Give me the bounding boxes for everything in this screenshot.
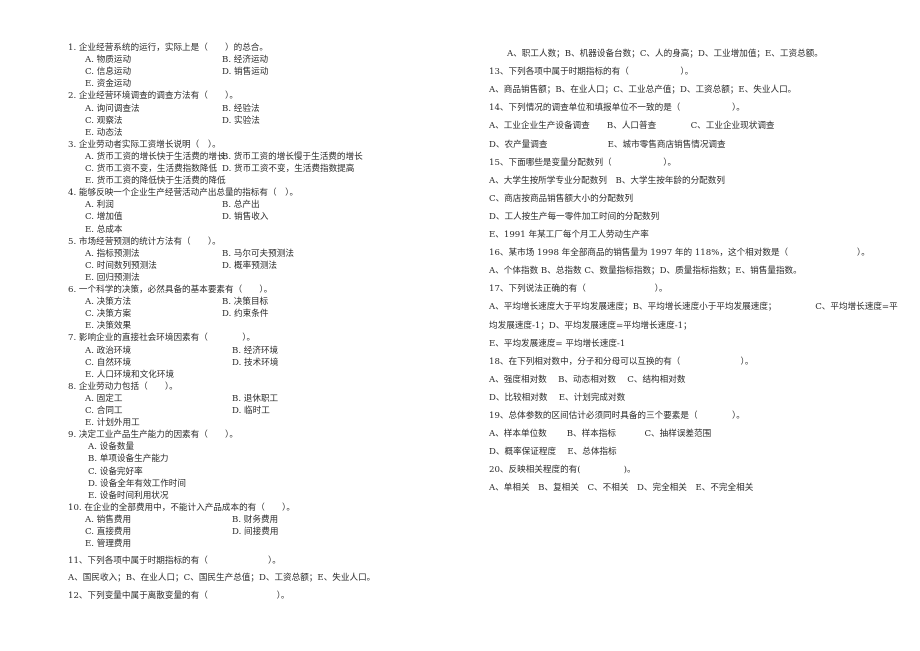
option: A. 固定工 [85,393,123,404]
text-line: 12、下列变量中属于离散变量的有（ ）。 [68,591,290,601]
option: C. 直接费用 [85,527,132,537]
text-line: 13、下列各项中属于时期指标的有（ ）。 [489,67,694,78]
option: A. 询问调查法 [85,103,140,114]
question-stem: 5. 市场经营预测的统计方法有（ ）。 [68,236,221,247]
question-stem: 4. 能够反映一个企业生产经营活动产出总量的指标有（ ）。 [68,188,299,199]
option: D. 实验法 [222,115,260,126]
text-line: A、个体指数 B、总指数 C、数量指标指数；D、质量指标指数；E、销售量指数。 [489,266,802,277]
option: B. 经济环境 [232,345,279,356]
question-stem: 8. 企业劳动力包括（ ）。 [68,381,178,392]
option: D. 技术环境 [232,357,279,368]
option: E. 人口环境和文化环境 [85,369,175,380]
text-line: 20、反映相关程度的有( )。 [489,465,636,476]
text-line: D、农产量调查 E、城市零售商店销售情况调查 [489,139,726,150]
option: E. 资金运动 [85,79,132,90]
option: C. 观察法 [85,115,123,126]
option: D. 货币工资不变，生活费指数提高 [222,164,355,174]
option: B. 财务费用 [232,514,279,525]
option: C. 自然环境 [85,357,132,368]
text-line: D、概率保证程度 E、总体指标 [489,447,617,458]
option: A. 决策方法 [85,297,132,308]
text-line: A、单相关 B、复相关 C、不相关 D、完全相关 E、不完全相关 [489,483,754,494]
option: E. 管理费用 [85,539,132,550]
text-line: A、大学生按所学专业分配数列 B、大学生按年龄的分配数列 [489,175,725,186]
option: A. 指标预测法 [85,248,140,259]
text-line: A、工业企业生产设备调查 B、人口普查 C、工业企业现状调查 [489,121,775,132]
text-line: A、样本单位数 B、样本指标 C、抽样误差范围 [489,429,712,440]
text-line: 18、在下列相对数中，分子和分母可以互换的有（ ）。 [489,356,754,367]
text-line: 均发展速度-1；D、平均发展速度=平均增长速度-1； [489,320,692,331]
option: E. 动态法 [85,127,123,138]
option: C. 信息运动 [85,67,132,78]
text-line: 19、总体参数的区间估计必须同时具备的三个要素是（ ）。 [489,411,745,421]
option: A. 货币工资的增长快于生活费的增长 [85,151,226,162]
question-stem: 1. 企业经营系统的运行，实际上是（ ）的总合。 [68,43,268,53]
option: A. 设备数量 [88,442,135,453]
option: B. 马尔可夫预测法 [222,248,294,259]
question-stem: 7. 影响企业的直接社会环境因素有（ ）。 [68,333,256,344]
option: C. 货币工资不变，生活费指数降低 [85,164,218,174]
option: C. 合同工 [85,406,123,416]
option: B. 经济运动 [222,55,269,66]
text-line: 14、下列情况的调查单位和填报单位不一致的是（ ）。 [489,103,745,114]
option: E. 货币工资的降低快于生活费的降低 [85,176,226,187]
option: D. 临时工 [232,406,270,416]
option: D. 间接费用 [232,527,279,537]
text-line: E、1991 年某工厂每个月工人劳动生产率 [489,230,649,240]
option: A. 利润 [85,200,114,211]
question-stem: 10. 在企业的全部费用中，不能计入产品成本的有（ ）。 [68,502,295,513]
text-line: C、商店按商品销售额大小的分配数列 [489,193,634,204]
text-line: 11、下列各项中属于时期指标的有（ ）。 [68,556,281,566]
text-line: 16、某市场 1998 年全部商品的销售量为 1997 年的 118%，这个相对… [489,248,870,259]
option: B. 单项设备生产能力 [88,454,169,465]
text-line: 15、下面哪些是变量分配数列（ ）。 [489,157,677,168]
option: D. 销售收入 [222,212,269,223]
option: D. 销售运动 [222,67,269,78]
option: E. 总成本 [85,224,123,235]
option: A. 销售费用 [85,514,132,525]
option: E. 回归预测法 [85,272,140,283]
option: E. 设备时间利用状况 [88,490,169,501]
question-stem: 3. 企业劳动者实际工资增长说明（ ）。 [68,139,221,150]
question-stem: 6. 一个科学的决策，必然具备的基本要素有（ ）。 [68,285,273,295]
option: C. 增加值 [85,212,123,223]
question-stem: 9. 决定工业产品生产能力的因素有（ ）。 [68,430,238,441]
option: D. 设备全年有效工作时间 [88,478,186,489]
option: B. 货币工资的增长慢于生活费的增长 [222,151,363,162]
option: B. 决策目标 [222,297,269,308]
text-line: A、平均增长速度大于平均发展速度；B、平均增长速度小于平均发展速度； C、平均增… [489,302,898,313]
option: B. 退休职工 [232,393,279,404]
option: A. 政治环境 [85,345,132,356]
option: A. 物质运动 [85,55,132,66]
option: D. 约束条件 [222,309,269,320]
option: C. 设备完好率 [88,466,143,477]
question-stem: 2. 企业经营环境调查的调查方法有（ ）。 [68,91,238,102]
option: E. 决策效果 [85,321,132,332]
option: C. 时间数列预测法 [85,260,157,271]
option: C. 决策方案 [85,309,132,320]
option: B. 经验法 [222,103,260,114]
option: B. 总产出 [222,200,260,211]
text-line: A、强度相对数 B、动态相对数 C、结构相对数 [489,374,686,385]
text-line: 17、下列说法正确的有（ ）。 [489,284,668,295]
option: E. 计划外用工 [85,418,140,429]
text-line: A、商品销售额；B、在业人口；C、工业总产值；D、工资总额；E、失业人口。 [489,85,797,96]
text-line: D、比较相对数 E、计划完成对数 [489,392,626,403]
text-line: A、职工人数；B、机器设备台数；C、人的身高；D、工业增加值；E、工资总额。 [507,49,823,59]
text-line: E、平均发展速度= 平均增长速度-1 [489,338,626,349]
text-line: D、工人按生产每一零件加工时间的分配数列 [489,211,660,222]
option: D. 概率预测法 [222,260,278,271]
text-line: A、国民收入；B、在业人口；C、国民生产总值；D、工资总额；E、失业人口。 [68,573,376,583]
